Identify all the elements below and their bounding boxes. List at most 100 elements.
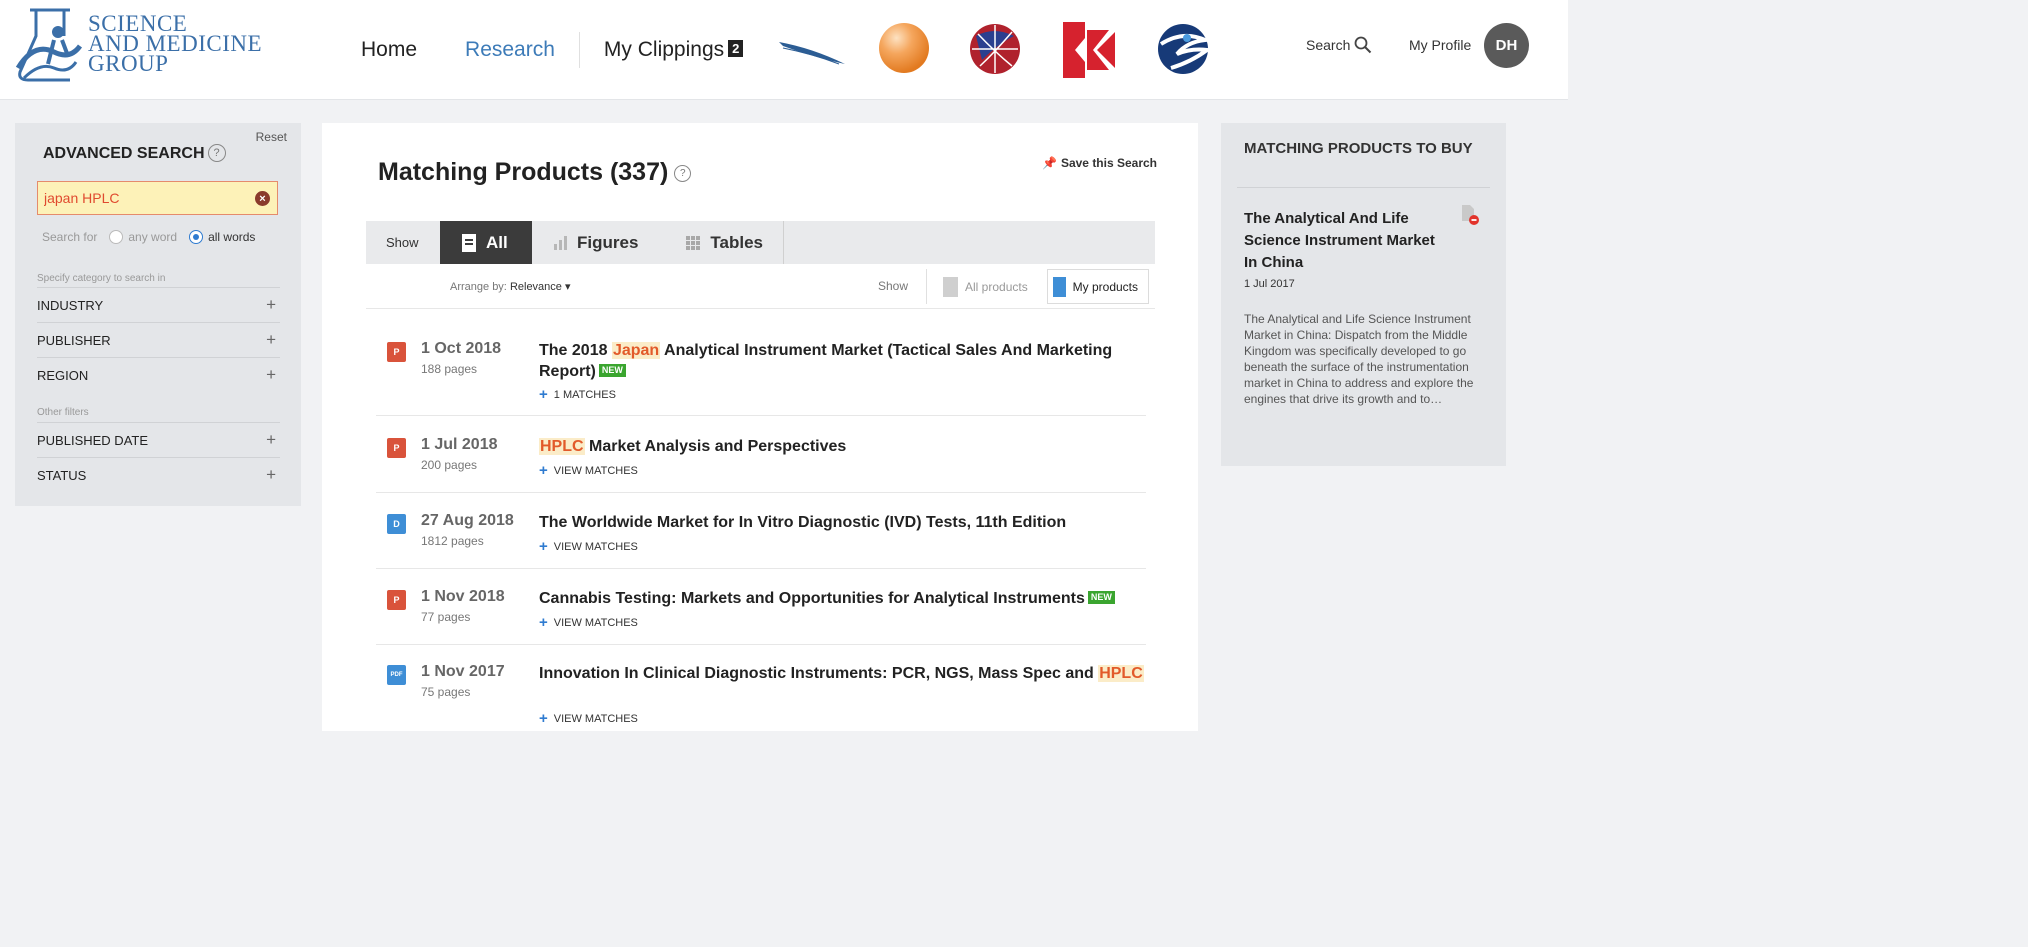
presentation-file-icon: P: [387, 342, 406, 362]
results-panel: Matching Products (337)? 📌 Save this Sear…: [322, 123, 1198, 731]
products-to-buy-panel: MATCHING PRODUCTS TO BUY The Analytical …: [1221, 123, 1506, 466]
title-text: The 2018: [539, 342, 612, 359]
result-title[interactable]: HPLC Market Analysis and Perspectives: [539, 436, 1149, 457]
filter-label: PUBLISHER: [37, 332, 111, 348]
presentation-file-icon: P: [387, 438, 406, 458]
result-title[interactable]: The Worldwide Market for In Vitro Diagno…: [539, 512, 1149, 533]
result-title[interactable]: Cannabis Testing: Markets and Opportunit…: [539, 588, 1149, 609]
advanced-search-title: ADVANCED SEARCH?: [43, 144, 226, 163]
product-scope-toggle: All products My products: [926, 269, 1149, 304]
wing-logo-icon[interactable]: [777, 38, 847, 68]
main-nav: Home Research My Clippings 2: [361, 32, 744, 68]
logo-text: SCIENCE AND MEDICINE GROUP: [88, 12, 262, 76]
orange-sphere-logo-icon[interactable]: [878, 21, 930, 75]
help-icon[interactable]: ?: [207, 144, 226, 162]
filter-publisher[interactable]: PUBLISHER +: [37, 322, 280, 357]
plus-icon: +: [266, 430, 276, 449]
reset-link[interactable]: Reset: [256, 130, 287, 144]
document-file-icon: D: [387, 514, 406, 534]
nav-my-clippings-label: My Clippings: [603, 38, 725, 61]
filter-industry[interactable]: INDUSTRY +: [37, 287, 280, 322]
title-highlight: Japan: [611, 342, 661, 359]
document-icon: [462, 233, 476, 252]
pdf-file-icon: PDF: [387, 665, 406, 685]
tab-all-label: All: [486, 232, 508, 252]
matches-label: 1 MATCHES: [553, 389, 616, 401]
result-row: D 27 Aug 2018 1812 pages The Worldwide M…: [376, 510, 1146, 569]
search-for-options: Search for any word all words: [42, 230, 255, 244]
filter-region[interactable]: REGION +: [37, 357, 280, 392]
filter-label: STATUS: [37, 467, 87, 483]
plus-icon: +: [539, 386, 548, 403]
help-icon[interactable]: ?: [674, 165, 692, 182]
nav-home[interactable]: Home: [361, 38, 417, 62]
tab-figures[interactable]: Figures: [532, 221, 662, 264]
search-field[interactable]: ×: [37, 181, 278, 215]
new-badge: NEW: [1087, 591, 1115, 604]
divider: [376, 644, 1146, 645]
table-icon: [686, 235, 701, 250]
my-products-toggle[interactable]: My products: [1047, 269, 1149, 304]
red-k-logo-icon[interactable]: [1063, 22, 1115, 78]
result-row: P 1 Oct 2018 188 pages The 2018 Japan An…: [376, 338, 1146, 416]
nav-divider: [578, 32, 580, 68]
product-date: 1 Jul 2017: [1244, 278, 1295, 290]
my-profile-link[interactable]: My Profile: [1409, 37, 1471, 53]
result-pages: 75 pages: [421, 685, 471, 699]
filter-status[interactable]: STATUS +: [37, 457, 280, 492]
blue-swirl-logo-icon[interactable]: [1157, 22, 1209, 76]
matches-toggle[interactable]: +1 MATCHES: [539, 386, 616, 403]
result-date: 1 Jul 2018: [421, 436, 498, 453]
site-logo[interactable]: SCIENCE AND MEDICINE GROUP: [14, 6, 284, 86]
divider: [366, 308, 1155, 309]
product-title[interactable]: The Analytical And Life Science Instrume…: [1244, 208, 1444, 274]
globe-logo-icon[interactable]: [968, 22, 1023, 77]
save-search-button[interactable]: 📌 Save this Search: [1042, 156, 1157, 170]
filter-published-date[interactable]: PUBLISHED DATE +: [37, 422, 280, 457]
filter-label: REGION: [37, 367, 89, 383]
arrange-value[interactable]: Relevance ▾: [510, 281, 571, 293]
arrange-by[interactable]: Arrange by: Relevance ▾: [450, 280, 571, 293]
matches-label: VIEW MATCHES: [553, 713, 638, 725]
nav-my-clippings[interactable]: My Clippings 2: [603, 38, 744, 62]
result-title[interactable]: The 2018 Japan Analytical Instrument Mar…: [539, 340, 1149, 382]
my-products-label: My products: [1072, 279, 1138, 294]
matches-toggle[interactable]: + VIEW MATCHES: [539, 462, 638, 479]
result-pages: 77 pages: [421, 610, 471, 624]
all-words-radio[interactable]: [189, 230, 204, 244]
plus-icon: +: [539, 538, 548, 555]
result-date: 27 Aug 2018: [421, 512, 514, 529]
category-label: Specify category to search in: [37, 273, 166, 284]
matches-toggle[interactable]: + VIEW MATCHES: [539, 538, 638, 555]
header-search[interactable]: Search: [1306, 36, 1372, 54]
matches-label: VIEW MATCHES: [553, 541, 638, 553]
matches-toggle[interactable]: + VIEW MATCHES: [539, 710, 638, 727]
all-words-label[interactable]: all words: [208, 230, 255, 244]
result-date: 1 Nov 2018: [421, 588, 505, 605]
product-description: The Analytical and Life Science Instrume…: [1244, 312, 1474, 406]
logo-line-3: GROUP: [88, 51, 169, 76]
nav-research[interactable]: Research: [465, 38, 555, 62]
page-title-text: Matching Products (337): [378, 158, 669, 186]
matches-toggle[interactable]: + VIEW MATCHES: [539, 614, 638, 631]
top-header: SCIENCE AND MEDICINE GROUP Home Research…: [0, 0, 1568, 100]
all-products-toggle[interactable]: All products: [927, 269, 1047, 304]
tab-all[interactable]: All: [440, 221, 532, 264]
matches-label: VIEW MATCHES: [553, 617, 638, 629]
plus-icon: +: [539, 462, 548, 479]
remove-product-icon[interactable]: [1460, 204, 1480, 226]
avatar[interactable]: DH: [1484, 23, 1529, 68]
result-title[interactable]: Innovation In Clinical Diagnostic Instru…: [539, 663, 1149, 684]
any-word-label[interactable]: any word: [128, 230, 177, 244]
title-text: Innovation In Clinical Diagnostic Instru…: [539, 665, 1099, 682]
result-pages: 200 pages: [421, 458, 478, 472]
products-show-label: Show: [878, 279, 909, 293]
tab-tables[interactable]: Tables: [662, 221, 784, 264]
search-input[interactable]: [38, 182, 238, 214]
any-word-radio[interactable]: [109, 230, 124, 244]
arrange-label: Arrange by:: [450, 281, 507, 293]
new-badge: NEW: [598, 364, 626, 377]
all-products-label: All products: [965, 279, 1028, 294]
clear-search-icon[interactable]: ×: [255, 191, 270, 206]
other-filters-label: Other filters: [37, 407, 89, 418]
